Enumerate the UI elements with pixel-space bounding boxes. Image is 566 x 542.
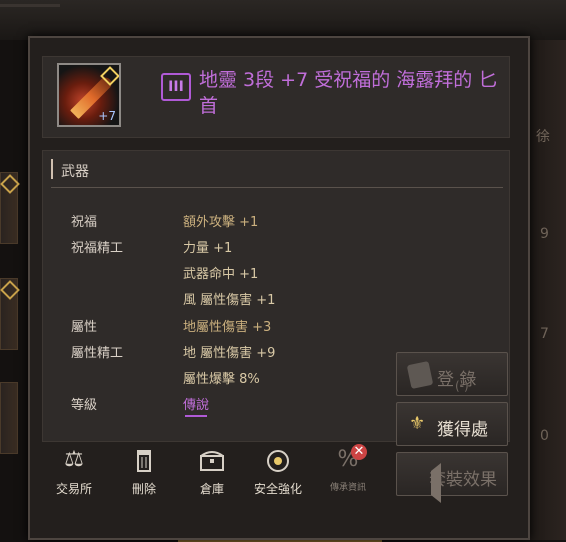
- stat-value: 力量 +1: [183, 241, 233, 256]
- stat-value: 風 屬性傷害 +1: [183, 293, 276, 308]
- item-tooltip-panel: +7 III 地靈 3段 +7 受祝福的 海露拜的 匕首 武器 祝福 額外攻擊 …: [28, 36, 530, 540]
- divider: [51, 187, 503, 188]
- book-icon: [406, 360, 434, 390]
- delete-button[interactable]: 刪除: [112, 446, 176, 500]
- grade-value: 傳說: [183, 398, 210, 413]
- inherit-info-button[interactable]: % ✕ 傳承資訊: [316, 444, 380, 500]
- safe-enhance-button[interactable]: 安全強化: [246, 446, 310, 500]
- stat-value: 額外攻擊 +1: [183, 215, 259, 230]
- item-toolbar: ⚖ 交易所 刪除 倉庫 安全強化 % ✕ 傳承資訊: [42, 444, 388, 502]
- stat-value: 屬性爆擊 8%: [183, 372, 260, 387]
- stat-label: 祝福: [71, 215, 98, 230]
- enhance-level: +7: [98, 109, 116, 123]
- grade-underline: [185, 415, 207, 417]
- stat-label: 等級: [71, 398, 98, 413]
- background-right-panel: [530, 40, 566, 540]
- background-topbar: [0, 0, 566, 40]
- dagger-icon: +7: [57, 63, 121, 127]
- exchange-button[interactable]: ⚖ 交易所: [42, 446, 106, 500]
- scale-icon: ⚖: [64, 447, 84, 472]
- background-text: 9: [540, 226, 549, 242]
- item-name: 地靈 3段 +7 受祝福的 海露拜的 匕首: [199, 69, 498, 117]
- item-stats: 武器 祝福 額外攻擊 +1 祝福精工 力量 +1 武器命中 +1 風 屬性傷害 …: [42, 150, 510, 442]
- obtain-location-button[interactable]: ⚜ 獲得處: [396, 402, 508, 446]
- background-slot: [0, 278, 20, 350]
- stat-value: 地 屬性傷害 +9: [183, 346, 276, 361]
- stat-label: 屬性精工: [71, 346, 124, 361]
- disabled-icon: ✕: [351, 444, 367, 460]
- background-text: 0: [540, 428, 549, 444]
- register-button[interactable]: 登 錄 (-): [396, 352, 508, 396]
- enhance-icon: [263, 446, 293, 474]
- stat-value: 地屬性傷害 +3: [183, 320, 272, 335]
- chest-icon: [197, 446, 227, 474]
- stat-value: 武器命中 +1: [183, 267, 259, 282]
- background-text: 7: [540, 326, 549, 342]
- diamond-icon: [0, 174, 20, 194]
- percent-icon: % ✕: [333, 444, 367, 474]
- background-text: 徐: [536, 129, 550, 145]
- background-slot: [0, 172, 20, 244]
- set-effect-button[interactable]: 套裝效果: [396, 452, 508, 503]
- crest-icon: ⚜: [409, 413, 426, 434]
- category-label: 武器: [61, 164, 89, 180]
- stat-label: 祝福精工: [71, 241, 124, 256]
- trash-icon: [129, 446, 159, 474]
- stat-label: 屬性: [71, 320, 98, 335]
- register-count: (-): [455, 379, 469, 393]
- tier-badge: III: [161, 73, 191, 101]
- warehouse-button[interactable]: 倉庫: [180, 446, 244, 500]
- item-header: +7 III 地靈 3段 +7 受祝福的 海露拜的 匕首: [42, 56, 510, 138]
- diamond-icon: [0, 280, 20, 300]
- background-slot: [0, 382, 18, 454]
